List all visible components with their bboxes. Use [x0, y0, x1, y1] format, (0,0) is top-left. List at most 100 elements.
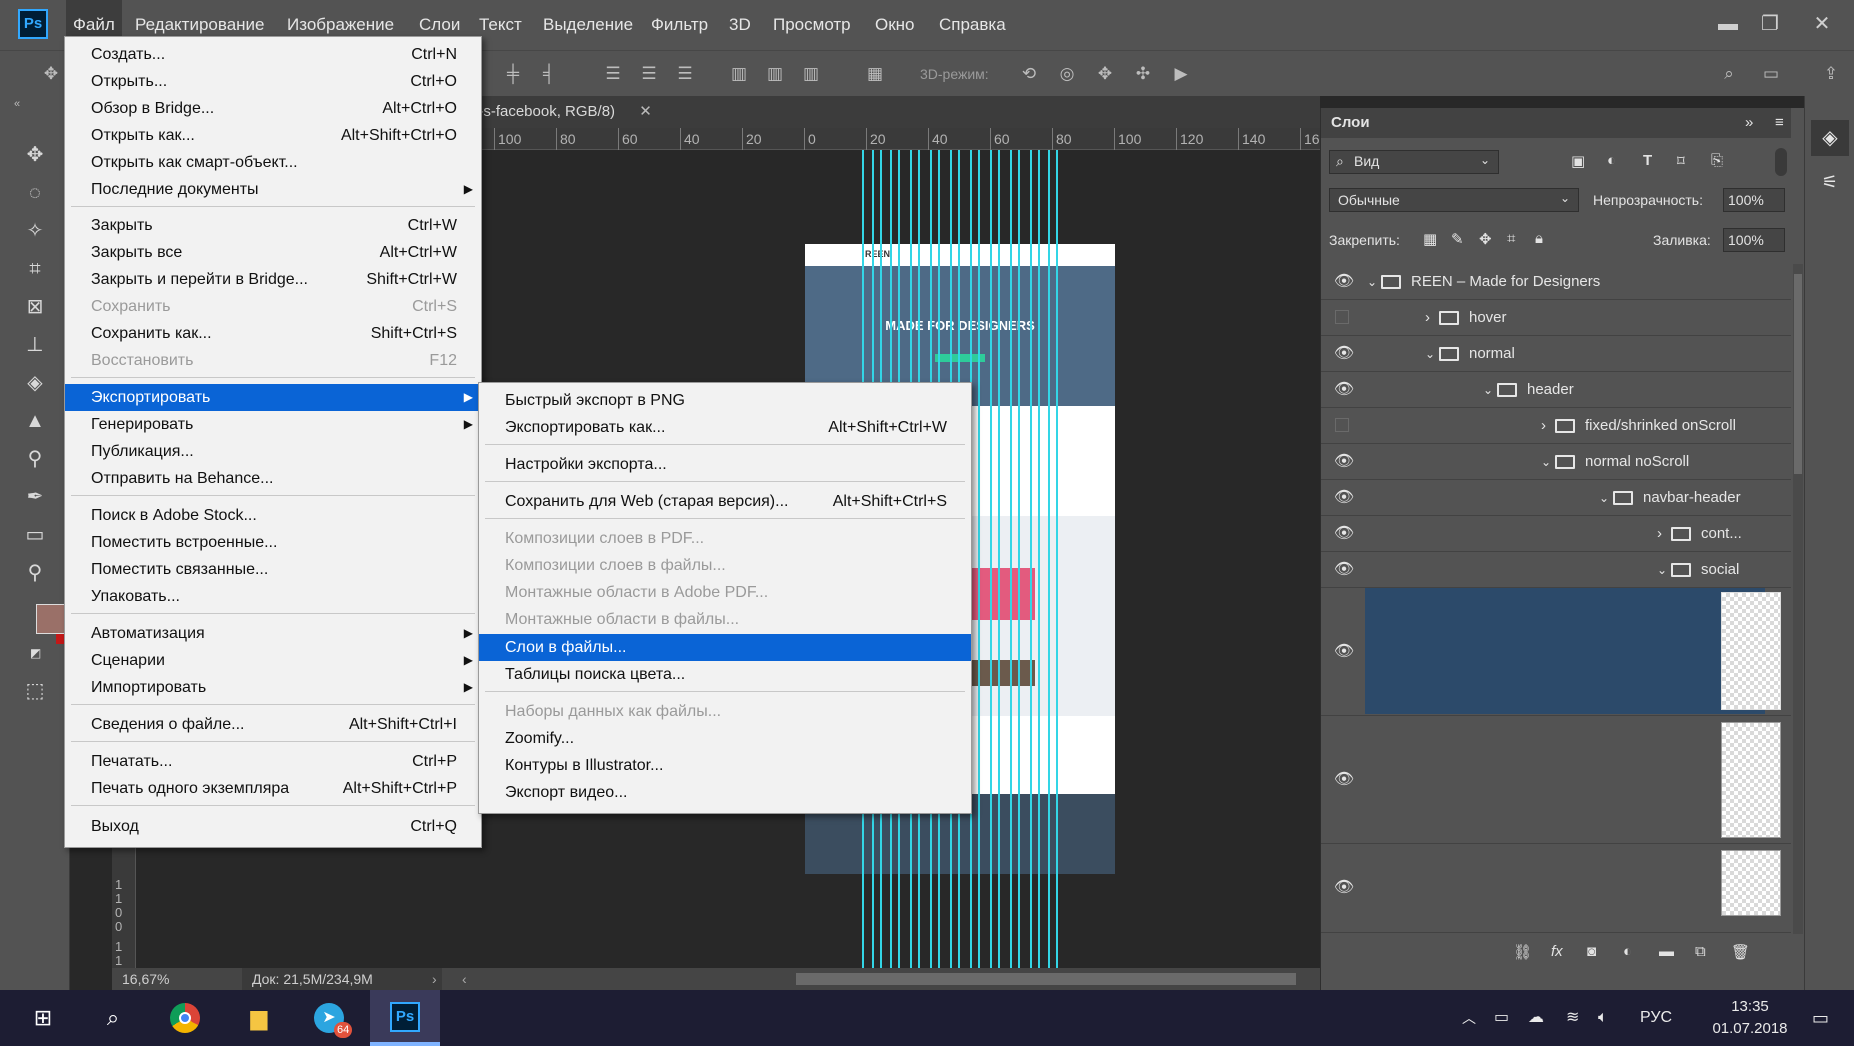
- collapse-icon[interactable]: «: [14, 98, 20, 110]
- menu-item-scripts[interactable]: Сценарии ▶: [65, 647, 481, 674]
- guide-line[interactable]: [1030, 150, 1032, 970]
- filter-adjustment-icon[interactable]: ◐: [1607, 152, 1616, 169]
- layer-row[interactable]: 👁︎ › cont...: [1321, 516, 1791, 552]
- eye-icon[interactable]: 👁︎: [1333, 762, 1355, 798]
- menu-item-place-embedded[interactable]: Поместить встроенные...: [65, 529, 481, 556]
- layer-row[interactable]: 👁︎: [1321, 718, 1791, 844]
- distribute-bottom-icon[interactable]: ☰: [672, 61, 698, 87]
- search-icon[interactable]: ⌕: [78, 990, 148, 1046]
- distribute-right-icon[interactable]: ▥: [798, 61, 824, 87]
- tab-close-icon[interactable]: ✕: [639, 103, 652, 120]
- menu-view[interactable]: Просмотр: [766, 0, 858, 50]
- menu-filter[interactable]: Фильтр: [644, 0, 715, 50]
- layers-panel-title[interactable]: Слои: [1331, 114, 1370, 131]
- file-explorer-icon[interactable]: ▆: [224, 990, 294, 1046]
- menu-item-automate[interactable]: Автоматизация ▶: [65, 620, 481, 647]
- guide-line[interactable]: [1056, 150, 1058, 970]
- menu-item-exit[interactable]: Выход Ctrl+Q: [65, 813, 481, 840]
- eye-icon[interactable]: 👁︎: [1333, 336, 1355, 372]
- menu-item-open-smart-object[interactable]: Открыть как смарт-объект...: [65, 149, 481, 176]
- tray-chevron-up-icon[interactable]: ︿: [1462, 990, 1476, 1046]
- guide-line[interactable]: [998, 150, 1000, 970]
- chevron-down-icon[interactable]: ⌄: [1541, 444, 1551, 480]
- lock-position-icon[interactable]: ✥: [1479, 230, 1492, 248]
- eye-icon[interactable]: 👁︎: [1333, 264, 1355, 300]
- menu-item-save-for-web[interactable]: Сохранить для Web (старая версия)... Alt+…: [479, 488, 971, 515]
- menu-item-close-go-bridge[interactable]: Закрыть и перейти в Bridge... Shift+Ctrl+…: [65, 266, 481, 293]
- menu-item-file-info[interactable]: Сведения о файле... Alt+Shift+Ctrl+I: [65, 711, 481, 738]
- distribute-center-icon[interactable]: ▥: [762, 61, 788, 87]
- fx-icon[interactable]: fx: [1551, 943, 1563, 960]
- layer-row[interactable]: 👁︎ ⌄ normal: [1321, 336, 1791, 372]
- visibility-toggle-empty[interactable]: [1335, 418, 1349, 432]
- menu-item-place-linked[interactable]: Поместить связанные...: [65, 556, 481, 583]
- shape-tool-icon[interactable]: ▭: [14, 518, 56, 552]
- tray-wifi-icon[interactable]: ≋: [1566, 990, 1579, 1046]
- menu-item-browse-bridge[interactable]: Обзор в Bridge... Alt+Ctrl+O: [65, 95, 481, 122]
- menu-item-search-stock[interactable]: Поиск в Adobe Stock...: [65, 502, 481, 529]
- scroll-left-icon[interactable]: ‹: [462, 968, 467, 990]
- minimize-button[interactable]: ▬: [1710, 8, 1746, 40]
- align-center-icon[interactable]: ╪: [500, 61, 526, 87]
- layers-stack-icon[interactable]: ◈: [1811, 120, 1849, 156]
- workspace-icon[interactable]: ▭: [1758, 61, 1784, 87]
- marquee-tool-icon[interactable]: ◌: [14, 176, 56, 210]
- sharpen-tool-icon[interactable]: ▲: [14, 404, 56, 438]
- menu-item-export-preferences[interactable]: Настройки экспорта...: [479, 451, 971, 478]
- tray-cloud-icon[interactable]: ☁: [1528, 990, 1544, 1046]
- menu-item-print[interactable]: Печатать... Ctrl+P: [65, 748, 481, 775]
- distribute-top-icon[interactable]: ☰: [600, 61, 626, 87]
- new-group-icon[interactable]: ▬: [1659, 943, 1674, 960]
- guide-line[interactable]: [1010, 150, 1012, 970]
- lock-artboard-icon[interactable]: ⌗: [1507, 230, 1515, 247]
- menu-item-export[interactable]: Экспортировать ▶: [65, 384, 481, 411]
- move-tool-icon[interactable]: ✥: [14, 138, 56, 172]
- eye-icon[interactable]: 👁︎: [1333, 372, 1355, 408]
- menu-item-package[interactable]: Упаковать...: [65, 583, 481, 610]
- properties-icon[interactable]: ⚟: [1811, 164, 1849, 200]
- layers-scroll-thumb[interactable]: [1794, 274, 1802, 474]
- filter-type-icon[interactable]: T: [1643, 152, 1652, 169]
- fill-field[interactable]: 100%: [1723, 228, 1785, 252]
- layer-row[interactable]: › fixed/shrinked onScroll: [1321, 408, 1791, 444]
- notifications-icon[interactable]: ▭: [1812, 990, 1829, 1046]
- layer-row[interactable]: 👁︎ ⌄ header: [1321, 372, 1791, 408]
- chevron-down-icon[interactable]: ⌄: [1657, 552, 1667, 588]
- eye-icon[interactable]: 👁︎: [1333, 516, 1355, 552]
- dodge-tool-icon[interactable]: ⚲: [14, 442, 56, 476]
- layer-row[interactable]: 👁︎ ⌄ navbar-header: [1321, 480, 1791, 516]
- foreground-color-swatch[interactable]: [36, 604, 66, 634]
- crop-tool-icon[interactable]: ⌗: [14, 252, 56, 286]
- layer-row[interactable]: 👁︎: [1321, 846, 1791, 936]
- filter-toggle[interactable]: [1775, 148, 1787, 176]
- menu-item-publish[interactable]: Публикация...: [65, 438, 481, 465]
- auto-align-icon[interactable]: ▦: [862, 61, 888, 87]
- close-button[interactable]: ✕: [1804, 8, 1840, 40]
- stamp-tool-icon[interactable]: ⊥: [14, 328, 56, 362]
- menu-item-close-all[interactable]: Закрыть все Alt+Ctrl+W: [65, 239, 481, 266]
- photoshop-taskbar-icon[interactable]: Ps: [370, 990, 440, 1046]
- chevron-down-icon[interactable]: ⌄: [1425, 336, 1435, 372]
- filter-smart-icon[interactable]: ⎘: [1711, 152, 1723, 169]
- lock-all-icon[interactable]: 🔒︎: [1535, 230, 1543, 247]
- menu-select[interactable]: Выделение: [536, 0, 640, 50]
- layer-filter-select[interactable]: ⌕ Вид ⌄: [1329, 150, 1499, 174]
- menu-item-quick-export-png[interactable]: Быстрый экспорт в PNG: [479, 387, 971, 414]
- status-arrow-icon[interactable]: ›: [432, 968, 437, 990]
- guide-line[interactable]: [1018, 150, 1020, 970]
- guide-line[interactable]: [1048, 150, 1050, 970]
- frame-tool-icon[interactable]: ⊠: [14, 290, 56, 324]
- add-mask-icon[interactable]: ◙: [1587, 943, 1596, 960]
- guide-line[interactable]: [1038, 150, 1040, 970]
- eye-icon[interactable]: 👁︎: [1333, 444, 1355, 480]
- tray-language[interactable]: РУС: [1640, 990, 1672, 1046]
- eye-icon[interactable]: 👁︎: [1333, 634, 1355, 670]
- layer-row[interactable]: › hover: [1321, 300, 1791, 336]
- menu-item-import[interactable]: Импортировать ▶: [65, 674, 481, 701]
- tray-clock[interactable]: 13:35 01.07.2018: [1700, 996, 1800, 1040]
- 3d-camera-icon[interactable]: ▶: [1168, 61, 1194, 87]
- chevron-down-icon[interactable]: ⌄: [1483, 372, 1493, 408]
- new-layer-icon[interactable]: ⧉: [1695, 943, 1706, 960]
- eye-icon[interactable]: 👁︎: [1333, 480, 1355, 516]
- search-icon[interactable]: ⌕: [1716, 61, 1742, 87]
